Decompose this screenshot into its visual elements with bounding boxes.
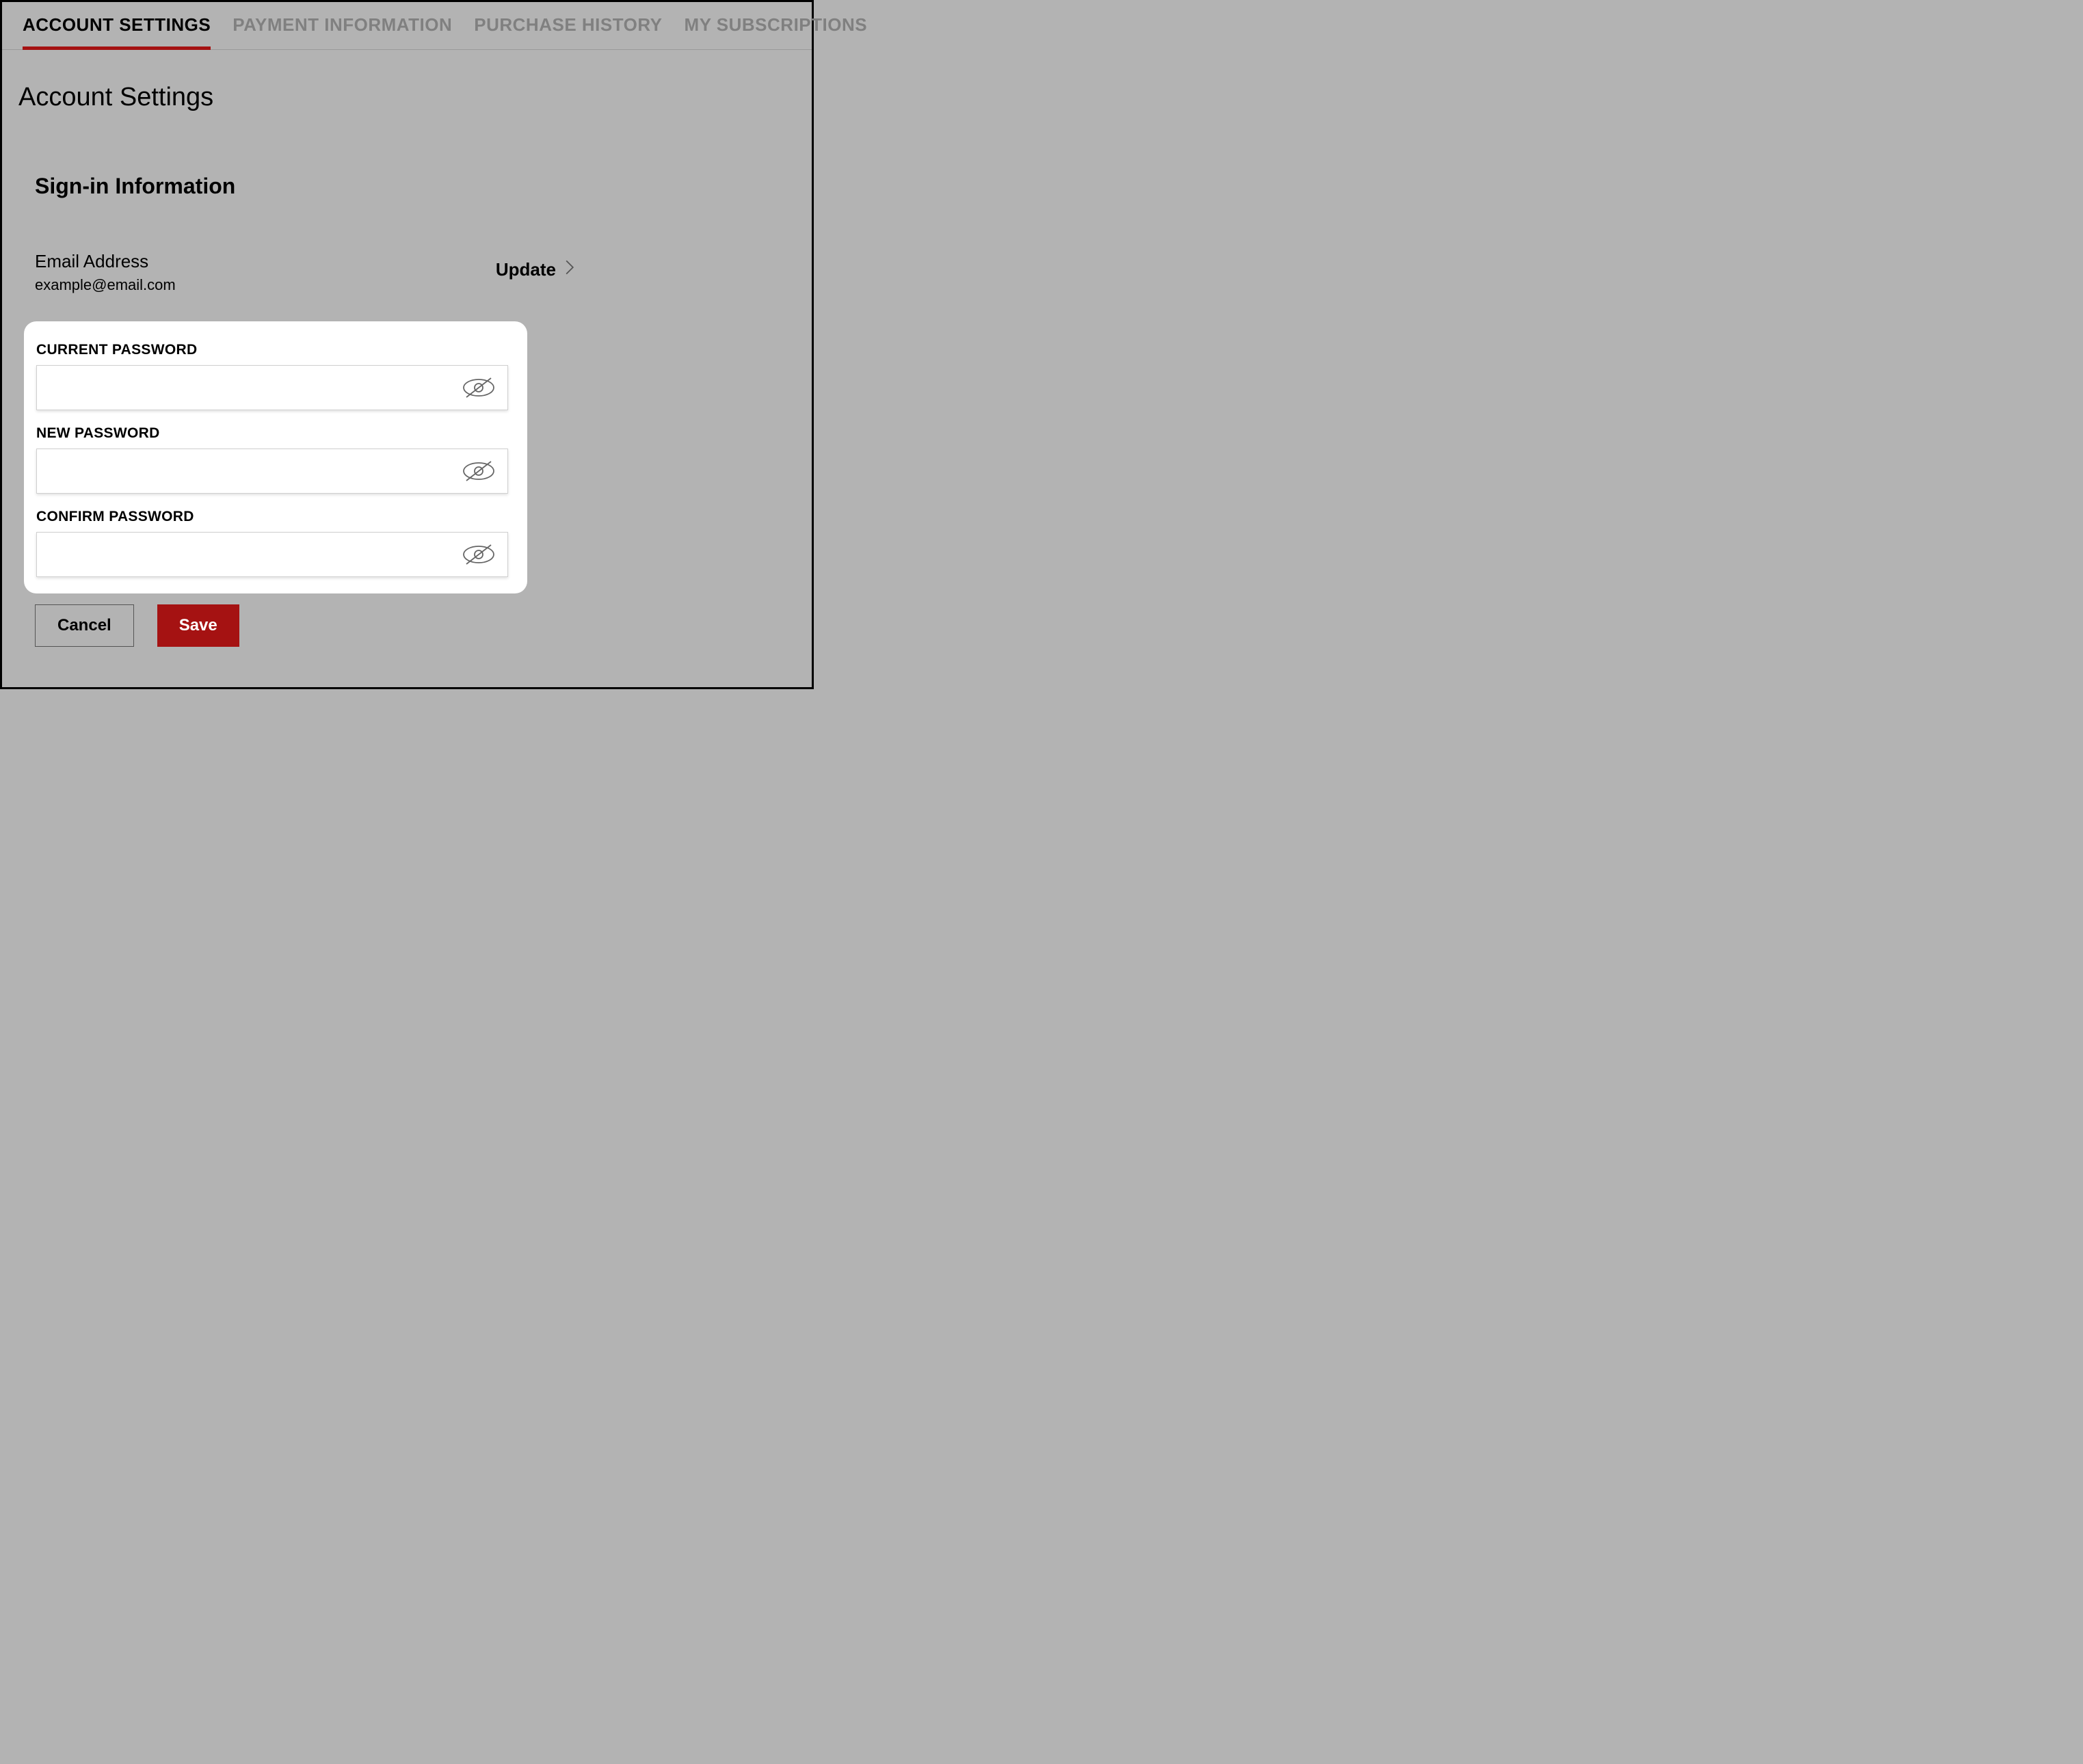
save-button[interactable]: Save: [157, 604, 239, 647]
new-password-group: NEW PASSWORD: [36, 425, 518, 494]
current-password-group: CURRENT PASSWORD: [36, 342, 518, 410]
new-password-input[interactable]: [36, 449, 508, 494]
email-row: Email Address example@email.com Update: [35, 251, 575, 294]
email-value: example@email.com: [35, 276, 176, 294]
eye-off-icon[interactable]: [460, 541, 497, 568]
update-email-link[interactable]: Update: [496, 259, 575, 280]
tab-bar: ACCOUNT SETTINGS PAYMENT INFORMATION PUR…: [2, 2, 812, 50]
tab-account-settings[interactable]: ACCOUNT SETTINGS: [23, 14, 211, 50]
update-label: Update: [496, 259, 556, 280]
new-password-label: NEW PASSWORD: [36, 425, 518, 442]
chevron-right-icon: [564, 259, 575, 280]
email-block: Email Address example@email.com: [35, 251, 176, 294]
tab-my-subscriptions[interactable]: MY SUBSCRIPTIONS: [685, 14, 868, 49]
eye-off-icon[interactable]: [460, 374, 497, 401]
cancel-button[interactable]: Cancel: [35, 604, 134, 647]
page-title: Account Settings: [18, 83, 812, 112]
tab-payment-information[interactable]: PAYMENT INFORMATION: [233, 14, 452, 49]
section-title-signin: Sign-in Information: [35, 174, 812, 199]
email-label: Email Address: [35, 251, 176, 272]
current-password-label: CURRENT PASSWORD: [36, 342, 518, 358]
confirm-password-input[interactable]: [36, 532, 508, 577]
button-row: Cancel Save: [35, 604, 812, 647]
confirm-password-label: CONFIRM PASSWORD: [36, 509, 518, 525]
confirm-password-group: CONFIRM PASSWORD: [36, 509, 518, 577]
tab-purchase-history[interactable]: PURCHASE HISTORY: [474, 14, 662, 49]
current-password-input[interactable]: [36, 365, 508, 410]
eye-off-icon[interactable]: [460, 457, 497, 485]
password-card: CURRENT PASSWORD NEW PASSWORD: [24, 321, 527, 593]
